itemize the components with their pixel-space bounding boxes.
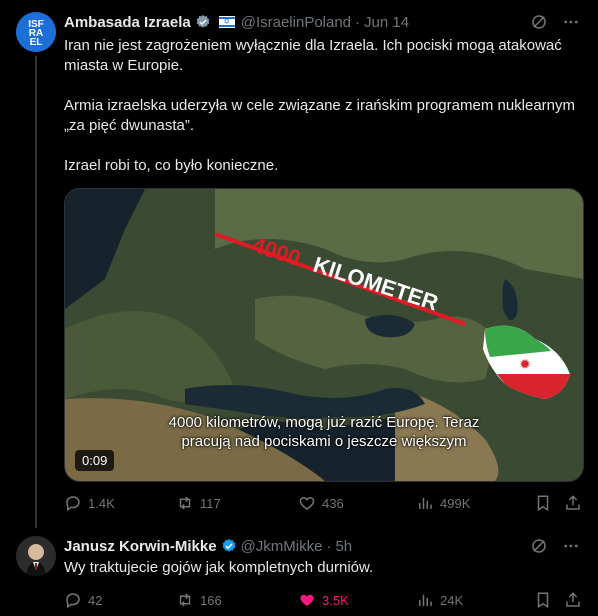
verified-icon — [222, 539, 235, 552]
repost-button[interactable]: 166 — [176, 591, 222, 609]
avatar[interactable] — [16, 536, 56, 576]
svg-text:EL: EL — [30, 37, 43, 48]
heart-icon — [300, 594, 314, 606]
tweet-header: Ambasada Izraela ✡ @IsraelinPoland · Jun… — [64, 12, 409, 32]
tweet-paragraph: Iran nie jest zagrożeniem wyłącznie dla … — [64, 37, 566, 74]
verified-icon — [196, 15, 210, 28]
caption-line: 4000 kilometrów, mogą już razić Europę. … — [168, 414, 480, 431]
separator-dot: · — [326, 537, 332, 555]
reply-button[interactable]: 1.4K — [64, 494, 115, 512]
svg-text:✹: ✹ — [519, 357, 531, 373]
tweet-paragraph: Izrael robi to, co było konieczne. — [64, 157, 279, 174]
tweet-paragraph: Wy traktujecie gojów jak kompletnych dur… — [64, 559, 374, 576]
author-name[interactable]: Ambasada Izraela — [64, 14, 191, 31]
tweet-actions: 42 166 3.5K 24K — [64, 590, 584, 610]
tweet-top-actions — [530, 13, 580, 31]
share-icon — [566, 592, 580, 607]
bookmark-button[interactable] — [534, 591, 552, 609]
repost-count: 117 — [200, 495, 221, 511]
views-count: 24K — [440, 592, 464, 608]
share-button[interactable] — [564, 494, 582, 512]
more-icon[interactable] — [562, 537, 580, 555]
tweet-date[interactable]: Jun 14 — [364, 14, 409, 31]
caption-line: pracują nad pociskami o jeszcze większym — [181, 433, 467, 450]
bookmark-icon — [537, 495, 549, 512]
bookmark-icon — [537, 592, 549, 609]
views-button[interactable]: 499K — [416, 494, 470, 512]
more-icon[interactable] — [562, 13, 580, 31]
separator-dot: · — [355, 13, 361, 31]
tweet-top-actions — [530, 537, 580, 555]
heart-icon — [299, 496, 315, 510]
like-button[interactable]: 436 — [298, 494, 344, 512]
like-count: 3.5K — [322, 592, 349, 608]
tweet-paragraph: Armia izraelska uderzyła w cele związane… — [64, 97, 580, 134]
video-duration: 0:09 — [75, 450, 115, 471]
thread-line — [35, 56, 37, 528]
author-handle[interactable]: @IsraelinPoland — [241, 14, 351, 31]
reply-button[interactable]: 42 — [64, 591, 102, 609]
tweet-header: Janusz Korwin-Mikke @JkmMikke · 5h — [64, 536, 352, 556]
repost-icon — [179, 593, 191, 607]
views-button[interactable]: 24K — [416, 591, 463, 609]
like-count: 436 — [322, 495, 344, 511]
tweet-text: Iran nie jest zagrożeniem wyłącznie dla … — [64, 36, 584, 176]
israel-flag-icon: ✡ — [218, 16, 235, 28]
bookmark-button[interactable] — [534, 494, 552, 512]
video-caption: 4000 kilometrów, mogą już razić Europę. … — [65, 413, 583, 451]
views-icon — [419, 497, 432, 509]
tweet-ambasada[interactable]: ISF RA EL Ambasada Izraela ✡ @IsraelinPo… — [0, 0, 598, 528]
like-button[interactable]: 3.5K — [298, 591, 349, 609]
reply-icon — [66, 593, 80, 609]
grok-icon[interactable] — [530, 13, 548, 31]
author-handle[interactable]: @JkmMikke — [241, 538, 323, 555]
share-button[interactable] — [564, 591, 582, 609]
reply-count: 42 — [88, 592, 103, 608]
repost-count: 166 — [200, 592, 222, 608]
tweet-actions: 1.4K 117 436 499K — [64, 493, 584, 513]
tweet-text: Wy traktujecie gojów jak kompletnych dur… — [64, 558, 584, 578]
tweet-date[interactable]: 5h — [335, 538, 352, 555]
grok-icon[interactable] — [530, 537, 548, 555]
avatar[interactable]: ISF RA EL — [16, 12, 56, 52]
views-count: 499K — [440, 495, 471, 511]
repost-button[interactable]: 117 — [176, 494, 221, 512]
author-name[interactable]: Janusz Korwin-Mikke — [64, 538, 217, 555]
reply-count: 1.4K — [88, 495, 115, 511]
share-icon — [566, 495, 580, 510]
views-icon — [419, 594, 432, 606]
video-player[interactable]: ✹ 4000 KILOMETER 4000 kilometrów, mogą j… — [64, 188, 584, 482]
repost-icon — [179, 496, 191, 510]
reply-icon — [66, 496, 80, 512]
tweet-korwin[interactable]: Janusz Korwin-Mikke @JkmMikke · 5h Wy tr… — [0, 528, 598, 616]
